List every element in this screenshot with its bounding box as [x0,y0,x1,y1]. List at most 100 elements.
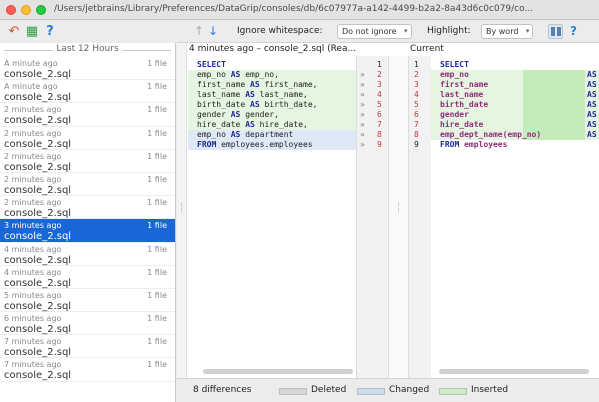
line-number: 3 [377,80,382,89]
line-number: 7 [377,120,382,129]
history-group-header: Last 12 Hours [0,43,175,57]
apply-change-icon[interactable]: » [360,110,365,120]
sql-identifier: hire_date, [259,120,308,129]
line-number: 7 [414,120,419,129]
history-item-file-count: 1 file [147,105,167,115]
history-item[interactable]: 2 minutes ago 1 file console_2.sql [0,173,175,197]
arrow-up-icon[interactable]: ↑ [194,24,204,38]
history-item[interactable]: 3 minutes ago 1 file console_2.sql [0,219,175,243]
history-item[interactable]: 4 minutes ago 1 file console_2.sql [0,266,175,289]
left-code-pane[interactable]: SELECT emp_no AS emp_no, first_name AS f… [188,56,356,378]
sql-identifier: hire_date [197,120,241,129]
right-line-number: 4 [409,90,431,100]
right-code-pane[interactable]: SELECT emp_no AS first_name AS last_name AS… [431,56,599,378]
code-line: SELECT [431,60,599,70]
left-line-number: » 3 [357,80,388,90]
close-window-button[interactable] [6,5,16,15]
history-item[interactable]: 4 minutes ago 1 file console_2.sql [0,243,175,266]
left-line-gutter: 1» 2» 3» 4» 5» 6» 7» 8» 9 [356,56,388,378]
code-line: emp_no AS department [188,130,356,140]
apply-change-icon[interactable]: » [360,80,365,90]
arrow-down-icon[interactable]: ↓ [208,24,218,38]
history-item-filename: console_2.sql [4,277,72,289]
ignore-whitespace-value: Do not ignore [342,27,397,36]
apply-change-icon[interactable]: » [360,100,365,110]
history-item[interactable]: 7 minutes ago 1 file console_2.sql [0,358,175,382]
left-horizontal-scrollbar[interactable] [203,369,353,374]
history-item-time: 7 minutes ago [4,360,62,370]
right-pane-header: Current [410,44,444,54]
apply-change-icon[interactable]: » [360,140,365,150]
history-item[interactable]: 2 minutes ago 1 file console_2.sql [0,103,175,127]
right-line-number: 1 [409,60,431,70]
line-number: 6 [377,110,382,119]
sql-keyword: SELECT [440,60,469,69]
apply-change-icon[interactable]: » [360,130,365,140]
history-item[interactable]: 2 minutes ago 1 file console_2.sql [0,150,175,173]
local-history-list: Last 12 Hours A minute ago 1 file console_… [0,43,176,402]
highlight-value: By word [486,27,519,36]
diff-help-icon[interactable]: ? [570,24,577,38]
right-horizontal-scrollbar[interactable] [439,369,589,374]
history-item-file-count: 1 file [147,314,167,324]
refresh-icon[interactable]: ▦ [24,24,40,40]
line-number: 2 [377,70,382,79]
sql-keyword: FROM [440,140,460,149]
history-item-file-count: 1 file [147,82,167,92]
ignore-whitespace-dropdown[interactable]: Do not ignore ▾ [337,24,412,39]
left-line-number: 1 [357,60,388,70]
sql-identifier: gender [197,110,226,119]
history-item[interactable]: 7 minutes ago 1 file console_2.sql [0,335,175,359]
line-number: 5 [377,100,382,109]
undo-icon[interactable]: ↶ [6,24,22,40]
deleted-swatch [279,388,307,395]
ignore-whitespace-label: Ignore whitespace: [237,26,323,36]
sql-identifier: gender, [245,110,279,119]
history-item[interactable]: 6 minutes ago 1 file console_2.sql [0,312,175,336]
history-item-file-count: 1 file [147,360,167,370]
apply-change-icon[interactable]: » [360,90,365,100]
history-item[interactable]: 2 minutes ago 1 file console_2.sql [0,196,175,220]
history-item-file-count: 1 file [147,337,167,347]
history-item[interactable]: 2 minutes ago 1 file console_2.sql [0,127,175,150]
differences-count: 8 differences [193,385,252,395]
code-line: emp_no AS emp_no, [188,70,356,80]
history-item-time: 2 minutes ago [4,198,62,208]
sql-identifier: first_name [440,80,489,89]
right-line-number: 8 [409,130,431,140]
sql-identifier: emp_no [197,70,226,79]
sql-keyword: AS [250,80,260,89]
history-items: A minute ago 1 file console_2.sql A minute … [0,57,175,382]
history-item-file-count: 1 file [147,128,167,138]
apply-change-icon[interactable]: » [360,120,365,130]
window-title: /Users/jetbrains/Library/Preferences/Dat… [54,4,534,14]
history-item[interactable]: A minute ago 1 file console_2.sql [0,57,175,81]
help-icon[interactable]: ? [42,24,58,40]
line-number: 6 [414,110,419,119]
sql-identifier: emp_no, [245,70,279,79]
apply-change-icon[interactable]: » [360,70,365,80]
history-toolbar: ↶ ▦ ? [0,21,176,43]
sql-identifier: last_name, [259,90,308,99]
sql-identifier: birth_date [197,100,246,109]
maximize-window-button[interactable] [36,5,46,15]
sql-identifier: employees.employees [221,140,313,149]
history-item[interactable]: 5 minutes ago 1 file console_2.sql [0,289,175,313]
line-number: 9 [414,140,419,149]
history-item-filename: console_2.sql [4,161,72,173]
side-by-side-icon[interactable] [548,24,563,39]
history-group-label: Last 12 Hours [52,44,123,54]
sql-keyword: AS [587,90,597,99]
sql-identifier: first_name [197,80,246,89]
sql-keyword: FROM [197,140,217,149]
minimize-window-button[interactable] [21,5,31,15]
history-item-time: 2 minutes ago [4,151,62,161]
panel-splitter[interactable] [177,43,187,378]
highlight-dropdown[interactable]: By word ▾ [481,24,534,39]
left-line-number: » 4 [357,90,388,100]
history-item-time: 4 minutes ago [4,267,62,277]
sql-identifier: department [245,130,294,139]
right-line-number: 2 [409,70,431,80]
history-item[interactable]: A minute ago 1 file console_2.sql [0,80,175,104]
sql-keyword: AS [587,70,597,79]
